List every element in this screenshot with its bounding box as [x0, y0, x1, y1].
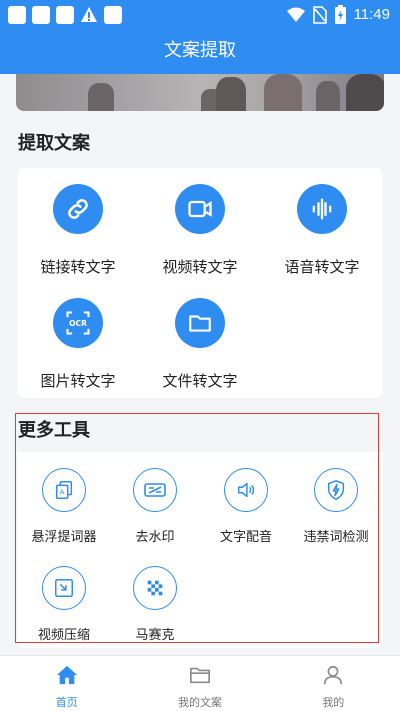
speaker-icon [224, 468, 268, 512]
tools-section-title: 更多工具 [18, 420, 90, 441]
banned-word-check-button[interactable]: 违禁词检测 [289, 468, 383, 545]
bottom-tab-bar: 首页 我的文案 我的 [0, 655, 400, 711]
notification-icons [8, 6, 122, 24]
watermark-remove-button[interactable]: 去水印 [108, 468, 202, 545]
page-title: 文案提取 [0, 30, 400, 74]
warning-icon [81, 7, 97, 22]
shield-bolt-icon [314, 468, 358, 512]
notification-icon [104, 6, 122, 24]
svg-text:OCR: OCR [69, 319, 87, 328]
video-compress-button[interactable]: 视频压缩 [17, 566, 111, 643]
tool-label: 视频压缩 [37, 628, 90, 643]
user-icon [324, 665, 343, 685]
tab-label: 我的文案 [177, 696, 222, 709]
compress-icon [42, 566, 86, 610]
no-sim-icon [312, 5, 327, 24]
mosaic-button[interactable]: 马赛克 [108, 566, 202, 643]
audio-to-text-button[interactable]: 语音转文字 [262, 184, 382, 277]
tab-my-copywriting[interactable]: 我的文案 [133, 656, 266, 711]
link-to-text-button[interactable]: 链接转文字 [18, 184, 138, 277]
audio-wave-icon [297, 184, 347, 234]
tab-label: 我的 [322, 696, 345, 709]
tool-label: 违禁词检测 [303, 530, 369, 545]
extract-card: 链接转文字 视频转文字 语音转文字 OCR 图片转文字 文件转文字 [17, 168, 383, 398]
image-to-text-button[interactable]: OCR 图片转文字 [18, 298, 138, 391]
home-icon [56, 665, 77, 685]
tool-label: 去水印 [135, 530, 175, 545]
tools-card: A 悬浮提词器 去水印 文字配音 违禁词检测 视频压缩 马赛克 [17, 452, 383, 648]
tile-label: 语音转文字 [284, 258, 360, 276]
folder-icon [175, 298, 225, 348]
ocr-scan-icon: OCR [53, 298, 103, 348]
video-camera-icon [175, 184, 225, 234]
floating-prompter-icon: A [42, 468, 86, 512]
notification-icon [56, 6, 74, 24]
status-bar: 11:49 [0, 0, 400, 30]
tool-label: 悬浮提词器 [31, 530, 97, 545]
file-to-text-button[interactable]: 文件转文字 [140, 298, 260, 391]
notification-icon [8, 6, 26, 24]
tile-label: 链接转文字 [40, 258, 116, 276]
tile-label: 图片转文字 [40, 372, 116, 390]
tool-label: 马赛克 [135, 628, 175, 643]
wifi-icon [286, 7, 305, 22]
battery-charging-icon [334, 5, 346, 24]
text-to-speech-button[interactable]: 文字配音 [199, 468, 293, 545]
tab-label: 首页 [55, 696, 78, 709]
tab-me[interactable]: 我的 [267, 656, 400, 711]
banner-image[interactable] [16, 74, 384, 111]
svg-text:A: A [60, 488, 65, 497]
mosaic-icon [133, 566, 177, 610]
status-time: 11:49 [353, 6, 390, 23]
tile-label: 视频转文字 [162, 258, 238, 276]
floating-prompter-button[interactable]: A 悬浮提词器 [17, 468, 111, 545]
tab-home[interactable]: 首页 [0, 656, 133, 711]
tile-label: 文件转文字 [162, 372, 238, 390]
video-to-text-button[interactable]: 视频转文字 [140, 184, 260, 277]
extract-section-title: 提取文案 [18, 133, 90, 154]
folder-tab-icon [189, 667, 210, 684]
watermark-remove-icon [133, 468, 177, 512]
notification-icon [32, 6, 50, 24]
tool-label: 文字配音 [219, 530, 272, 545]
link-icon [53, 184, 103, 234]
